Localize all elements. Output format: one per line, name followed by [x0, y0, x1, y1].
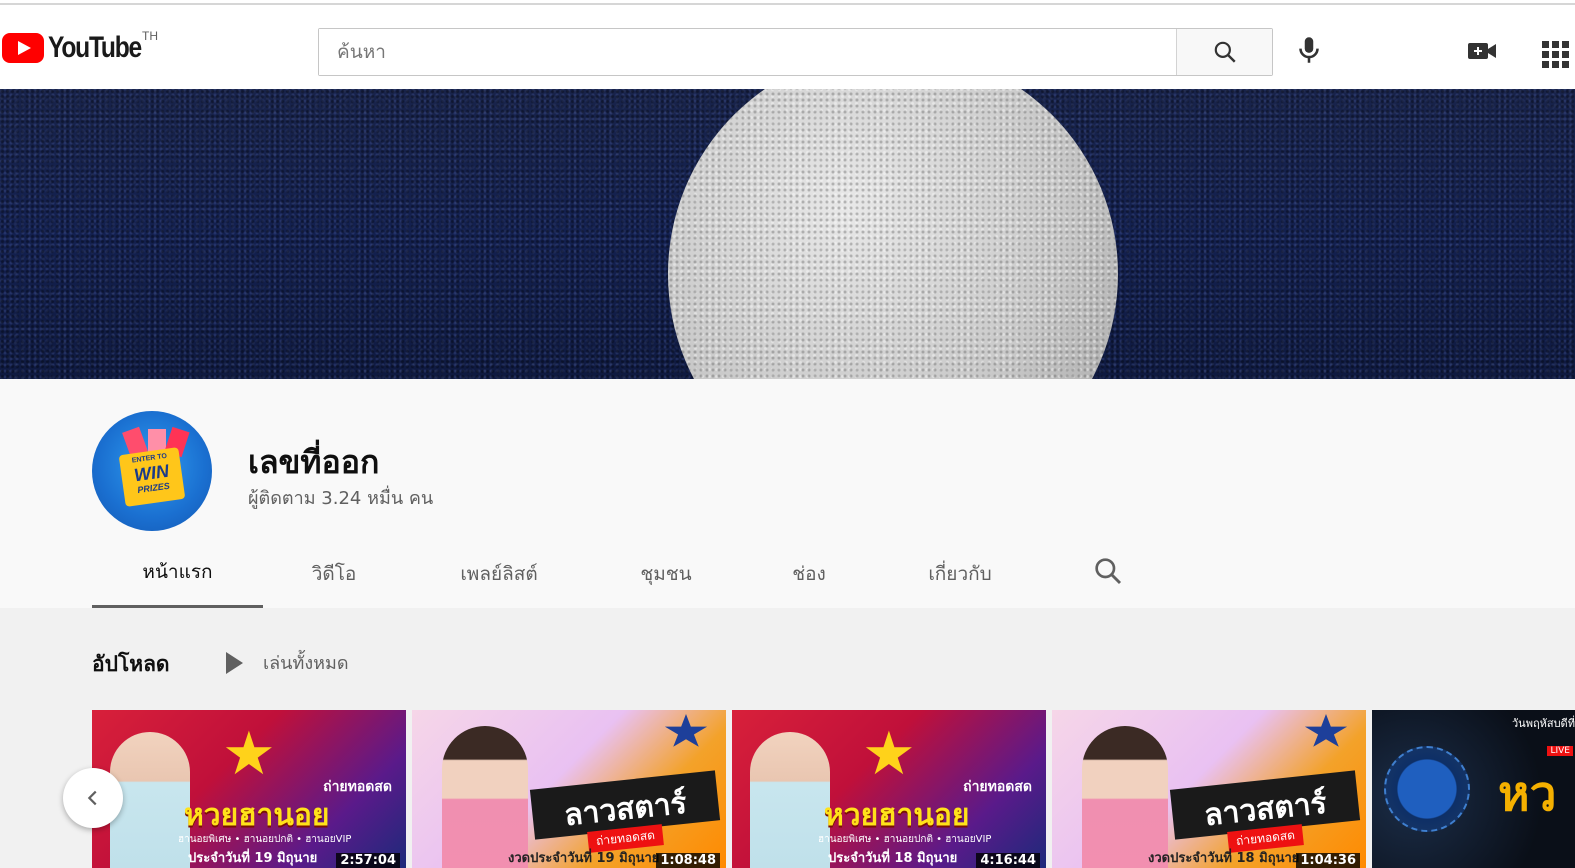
video-thumbnail[interactable]: ลาวสตาร์ ถ่ายทอดสด งวดประจำวันที่ 19 มิถ…	[412, 710, 726, 868]
video-camera-icon	[1468, 43, 1496, 59]
tab-about[interactable]: เกี่ยวกับ	[879, 539, 1041, 608]
thumbnail-date: งวดประจำวันที่ 19 มิถุนาย	[508, 851, 660, 866]
thumbnail-line2: ฮานอยพิเศษ • ฮานอยปกติ • ฮานอยVIP	[178, 834, 352, 845]
thumbnail-date: ประจำวันที่ 18 มิถุนาย	[828, 851, 958, 866]
channel-content: อัปโหลด เล่นทั้งหมด ★ ถ่ายทอดสด หวยฮานอย…	[0, 608, 1575, 868]
video-duration: 4:16:44	[976, 853, 1040, 868]
video-thumbnail[interactable]: ลาวสตาร์ ถ่ายทอดสด งวดประจำวันที่ 18 มิถ…	[1052, 710, 1366, 868]
search-icon	[1214, 41, 1236, 63]
tab-playlists[interactable]: เพลย์ลิสต์	[405, 539, 593, 608]
tab-videos[interactable]: วิดีโอ	[263, 539, 405, 608]
thumbnail-date: ประจำวันที่ 19 มิถุนาย	[188, 851, 318, 866]
subscriber-count: ผู้ติดตาม 3.24 หมื่น คน	[248, 488, 434, 509]
shelf-previous-button[interactable]	[63, 768, 123, 828]
search-button[interactable]	[1176, 29, 1272, 75]
prize-box: ENTER TO WIN PRIZES	[118, 447, 186, 507]
video-thumbnail[interactable]: ★ ถ่ายทอดสด หวยฮานอย ฮานอยพิเศษ • ฮานอยป…	[732, 710, 1046, 868]
channel-banner	[0, 89, 1575, 379]
youtube-play-icon	[2, 33, 44, 63]
star-icon: ★	[222, 719, 276, 789]
banner-white-disc	[668, 89, 1118, 379]
chevron-left-icon	[87, 790, 97, 806]
video-duration: 2:57:04	[336, 853, 400, 868]
search-input[interactable]	[319, 29, 1176, 75]
youtube-logo[interactable]: YouTube	[2, 31, 161, 65]
video-thumbnail[interactable]: ★ ถ่ายทอดสด หวยฮานอย ฮานอยพิเศษ • ฮานอยป…	[92, 710, 406, 868]
star-icon: ★	[862, 719, 916, 789]
star-badge-icon	[664, 714, 708, 747]
lottery-logo-icon	[1384, 746, 1470, 832]
tab-home[interactable]: หน้าแรก	[92, 539, 263, 608]
thumbnail-headline: หว	[1498, 766, 1557, 822]
play-all-label: เล่นทั้งหมด	[263, 653, 349, 674]
live-badge: LIVE	[1547, 746, 1573, 756]
play-icon	[226, 651, 243, 674]
video-duration: 1:08:48	[656, 853, 720, 868]
channel-header: ENTER TO WIN PRIZES เลขที่ออก ผู้ติดตาม …	[0, 379, 1575, 608]
channel-tabs: หน้าแรก วิดีโอ เพลย์ลิสต์ ชุมชน ช่อง เกี…	[92, 539, 1122, 608]
search-icon	[1095, 558, 1122, 585]
avatar[interactable]: ENTER TO WIN PRIZES	[92, 411, 212, 531]
apps-grid-icon	[1542, 41, 1569, 68]
section-title: อัปโหลด	[92, 652, 170, 676]
thumbnail-line2: ฮานอยพิเศษ • ฮานอยปกติ • ฮานอยVIP	[818, 834, 992, 845]
channel-search-button[interactable]	[1092, 555, 1124, 591]
voice-search-button[interactable]	[1292, 33, 1326, 71]
thumbnail-top-text: วันพฤหัสบดีที่ 17 มิถุนายน	[1512, 717, 1575, 730]
logo-wordmark: YouTube	[48, 31, 142, 64]
masthead: YouTube TH	[0, 5, 1575, 89]
create-video-button[interactable]	[1466, 39, 1498, 67]
channel-title: เลขที่ออก	[248, 443, 380, 481]
mic-icon	[1299, 37, 1319, 63]
star-badge-icon	[1304, 714, 1348, 747]
video-duration: 1:04:36	[1296, 853, 1360, 868]
video-thumbnail[interactable]: วันพฤหัสบดีที่ 17 มิถุนายน หว LIVE	[1372, 710, 1575, 868]
tab-community[interactable]: ชุมชน	[593, 539, 739, 608]
thumbnail-date: งวดประจำวันที่ 18 มิถุนาย	[1148, 851, 1300, 866]
apps-button[interactable]	[1540, 39, 1570, 73]
play-all-button[interactable]: เล่นทั้งหมด	[226, 648, 349, 677]
search-box	[318, 28, 1273, 76]
region-code: TH	[142, 29, 158, 43]
tab-channels[interactable]: ช่อง	[739, 539, 879, 608]
